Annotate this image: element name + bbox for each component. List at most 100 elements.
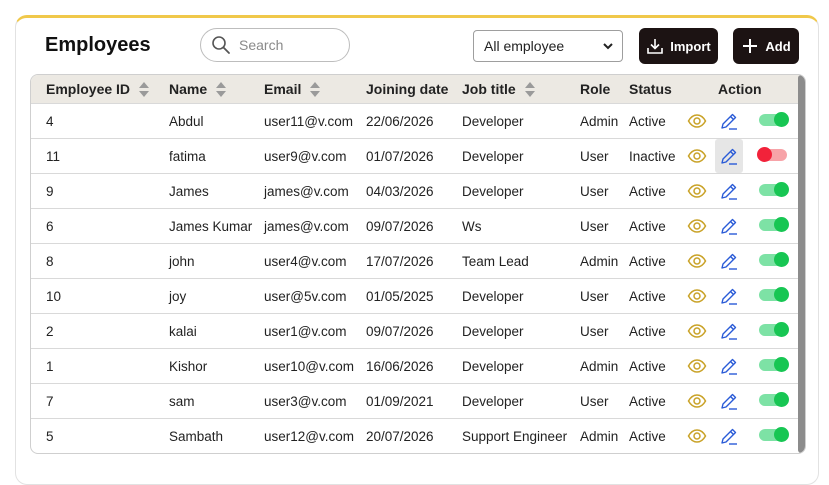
cell-employee-id: 8 [46, 253, 54, 269]
cell-email: user4@v.com [264, 253, 347, 269]
cell-email: james@v.com [264, 218, 349, 234]
cell-status: Active [629, 253, 666, 269]
toggle-knob [774, 427, 789, 442]
pencil-icon [721, 393, 737, 410]
toggle-knob [774, 182, 789, 197]
status-toggle[interactable] [759, 252, 789, 267]
eye-icon [687, 184, 707, 198]
column-header-job-title[interactable]: Job title [462, 75, 535, 103]
toggle-knob [774, 217, 789, 232]
eye-icon [687, 149, 707, 163]
import-button[interactable]: Import [639, 28, 718, 64]
edit-button[interactable] [715, 139, 743, 173]
pencil-icon [721, 113, 737, 130]
view-button[interactable] [685, 314, 709, 348]
cell-employee-id: 9 [46, 183, 54, 199]
cell-role: Admin [580, 113, 619, 129]
sort-icon[interactable] [310, 81, 321, 97]
cell-job-title: Developer [462, 113, 524, 129]
cell-status: Active [629, 323, 666, 339]
eye-icon [687, 219, 707, 233]
view-button[interactable] [685, 244, 709, 278]
cell-role: User [580, 183, 609, 199]
pencil-icon [721, 323, 737, 340]
download-icon [647, 39, 664, 54]
table-row: 1 Kishor user10@v.com 16/06/2026 Develop… [31, 348, 799, 383]
search-input[interactable] [237, 36, 341, 54]
plus-icon [743, 39, 758, 53]
edit-button[interactable] [715, 104, 743, 138]
eye-icon [687, 289, 707, 303]
cell-joining-date: 22/06/2026 [366, 113, 434, 129]
cell-status: Active [629, 288, 666, 304]
eye-icon [687, 394, 707, 408]
column-header-status: Status [629, 81, 672, 97]
filter-selected-value: All employee [484, 38, 565, 54]
view-button[interactable] [685, 384, 709, 418]
cell-joining-date: 01/09/2021 [366, 393, 434, 409]
view-button[interactable] [685, 349, 709, 383]
cell-employee-id: 10 [46, 288, 62, 304]
toggle-knob [774, 322, 789, 337]
cell-job-title: Support Engineer [462, 428, 568, 444]
add-button[interactable]: Add [733, 28, 799, 64]
column-header-email[interactable]: Email [264, 75, 321, 103]
cell-name: Abdul [169, 113, 204, 129]
status-toggle[interactable] [757, 147, 787, 162]
status-toggle[interactable] [759, 287, 789, 302]
status-toggle[interactable] [759, 427, 789, 442]
search-box[interactable] [200, 28, 350, 62]
cell-joining-date: 09/07/2026 [366, 323, 434, 339]
cell-job-title: Developer [462, 183, 524, 199]
status-toggle[interactable] [759, 217, 789, 232]
cell-job-title: Developer [462, 148, 524, 164]
view-button[interactable] [685, 104, 709, 138]
column-header-employee-id[interactable]: Employee ID [46, 75, 150, 103]
edit-button[interactable] [715, 279, 743, 313]
add-label: Add [765, 38, 791, 54]
status-toggle[interactable] [759, 322, 789, 337]
sort-icon[interactable] [524, 81, 535, 97]
view-button[interactable] [685, 139, 709, 173]
column-header-action: Action [718, 81, 762, 97]
sort-icon[interactable] [139, 81, 150, 97]
toggle-knob [774, 252, 789, 267]
edit-button[interactable] [715, 244, 743, 278]
toggle-knob [774, 287, 789, 302]
cell-job-title: Developer [462, 358, 524, 374]
cell-job-title: Team Lead [462, 253, 529, 269]
cell-role: Admin [580, 428, 619, 444]
edit-button[interactable] [715, 349, 743, 383]
view-button[interactable] [685, 174, 709, 208]
cell-name: sam [169, 393, 195, 409]
cell-name: Kishor [169, 358, 208, 374]
search-icon [212, 36, 230, 54]
sort-icon[interactable] [216, 81, 227, 97]
status-toggle[interactable] [759, 182, 789, 197]
table-header: Employee ID Name Email Joining date Job … [31, 75, 799, 103]
pencil-icon [721, 218, 737, 235]
import-label: Import [670, 38, 711, 54]
column-header-name[interactable]: Name [169, 75, 227, 103]
edit-button[interactable] [715, 174, 743, 208]
status-toggle[interactable] [759, 392, 789, 407]
vertical-scrollbar[interactable] [798, 75, 805, 453]
status-toggle[interactable] [759, 357, 789, 372]
view-button[interactable] [685, 279, 709, 313]
edit-button[interactable] [715, 419, 743, 453]
table-row: 11 fatima user9@v.com 01/07/2026 Develop… [31, 138, 799, 173]
cell-name: john [169, 253, 195, 269]
employee-filter-select[interactable]: All employee [473, 30, 623, 62]
edit-button[interactable] [715, 314, 743, 348]
cell-employee-id: 6 [46, 218, 54, 234]
edit-button[interactable] [715, 384, 743, 418]
cell-employee-id: 5 [46, 428, 54, 444]
cell-email: user9@v.com [264, 148, 347, 164]
edit-button[interactable] [715, 209, 743, 243]
view-button[interactable] [685, 419, 709, 453]
cell-name: Sambath [169, 428, 224, 444]
view-button[interactable] [685, 209, 709, 243]
pencil-icon [721, 428, 737, 445]
eye-icon [687, 324, 707, 338]
status-toggle[interactable] [759, 112, 789, 127]
